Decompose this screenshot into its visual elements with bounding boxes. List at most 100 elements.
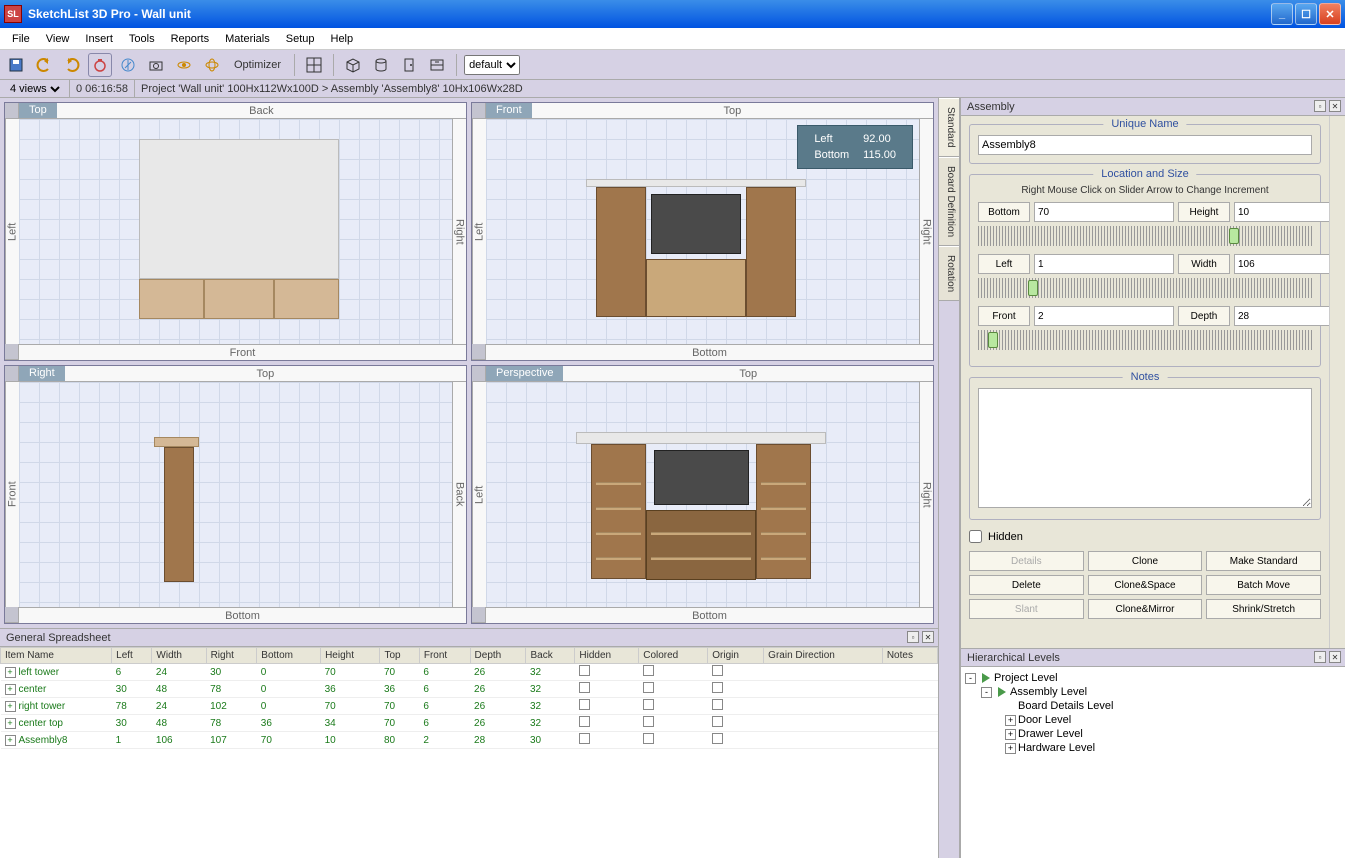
loc-input[interactable] [1234, 254, 1329, 274]
notes-textarea[interactable] [978, 388, 1312, 508]
action-button[interactable]: Slant [969, 599, 1084, 619]
redo-icon[interactable] [60, 53, 84, 77]
unique-name-input[interactable] [978, 135, 1312, 155]
expand-icon[interactable]: + [1005, 743, 1016, 754]
action-button[interactable]: Clone&Mirror [1088, 599, 1203, 619]
menu-insert[interactable]: Insert [77, 31, 121, 47]
cylinder-icon[interactable] [369, 53, 393, 77]
tree-node[interactable]: -Assembly Level [965, 685, 1341, 699]
compass-icon[interactable] [116, 53, 140, 77]
viewport-right[interactable]: RightTop Front Back Bottom [4, 365, 467, 624]
loc-button[interactable]: Front [978, 306, 1030, 326]
column-header[interactable]: Top [380, 648, 419, 664]
expand-icon[interactable]: + [5, 735, 16, 746]
expand-icon[interactable]: + [1005, 715, 1016, 726]
expand-icon[interactable]: + [5, 667, 16, 678]
checkbox[interactable] [643, 699, 654, 710]
action-button[interactable]: Make Standard [1206, 551, 1321, 571]
column-header[interactable]: Right [206, 648, 257, 664]
loc-button[interactable]: Depth [1178, 306, 1230, 326]
loc-button[interactable]: Width [1178, 254, 1230, 274]
column-header[interactable]: Grain Direction [764, 648, 883, 664]
close-button[interactable]: ✕ [1319, 3, 1341, 25]
menu-materials[interactable]: Materials [217, 31, 278, 47]
checkbox[interactable] [643, 665, 654, 676]
expand-icon[interactable]: - [965, 673, 976, 684]
expand-icon[interactable]: + [5, 684, 16, 695]
action-button[interactable]: Batch Move [1206, 575, 1321, 595]
table-row[interactable]: +center3048780363662632 [1, 681, 938, 698]
tab-standard[interactable]: Standard [939, 98, 959, 157]
column-header[interactable]: Width [152, 648, 206, 664]
expand-icon[interactable]: + [1005, 729, 1016, 740]
menu-view[interactable]: View [38, 31, 78, 47]
loc-input[interactable] [1234, 202, 1329, 222]
checkbox[interactable] [579, 665, 590, 676]
action-button[interactable]: Clone&Space [1088, 575, 1203, 595]
checkbox[interactable] [712, 682, 723, 693]
orbit-icon[interactable] [200, 53, 224, 77]
loc-input[interactable] [1234, 306, 1329, 326]
column-header[interactable]: Left [112, 648, 152, 664]
viewport-top[interactable]: TopBack Left Right Front [4, 102, 467, 361]
tab-rotation[interactable]: Rotation [939, 246, 959, 301]
expand-icon[interactable]: - [981, 687, 992, 698]
viewport-front[interactable]: FrontTop Left Left92.00 Bottom115.00 [471, 102, 934, 361]
loc-button[interactable]: Height [1178, 202, 1230, 222]
grid-icon[interactable] [302, 53, 326, 77]
checkbox[interactable] [712, 665, 723, 676]
loc-button[interactable]: Left [978, 254, 1030, 274]
table-row[interactable]: +right tower78241020707062632 [1, 698, 938, 715]
menu-setup[interactable]: Setup [278, 31, 323, 47]
maximize-button[interactable]: ☐ [1295, 3, 1317, 25]
loc-input[interactable] [1034, 306, 1174, 326]
column-header[interactable]: Colored [639, 648, 708, 664]
tree-node[interactable]: -Project Level [965, 671, 1341, 685]
preset-select[interactable]: default [464, 55, 520, 75]
timer-icon[interactable] [88, 53, 112, 77]
views-select[interactable]: 4 views [6, 82, 63, 96]
column-header[interactable]: Origin [708, 648, 764, 664]
table-row[interactable]: +Assembly8110610770108022830 [1, 732, 938, 749]
close-icon[interactable]: ✕ [922, 631, 934, 643]
loc-input[interactable] [1034, 202, 1174, 222]
slider[interactable] [978, 330, 1312, 350]
tree-node[interactable]: +Drawer Level [965, 727, 1341, 741]
pin-icon[interactable]: ▫ [1314, 100, 1326, 112]
menu-tools[interactable]: Tools [121, 31, 163, 47]
column-header[interactable]: Notes [882, 648, 937, 664]
checkbox[interactable] [712, 733, 723, 744]
column-header[interactable]: Bottom [257, 648, 321, 664]
checkbox[interactable] [579, 682, 590, 693]
table-row[interactable]: +center top30487836347062632 [1, 715, 938, 732]
loc-button[interactable]: Bottom [978, 202, 1030, 222]
checkbox[interactable] [712, 699, 723, 710]
action-button[interactable]: Shrink/Stretch [1206, 599, 1321, 619]
viewport-perspective[interactable]: PerspectiveTop Left [471, 365, 934, 624]
close-icon[interactable]: ✕ [1329, 100, 1341, 112]
box3d-icon[interactable] [341, 53, 365, 77]
menu-help[interactable]: Help [323, 31, 362, 47]
column-header[interactable]: Hidden [575, 648, 639, 664]
expand-icon[interactable]: + [5, 718, 16, 729]
spreadsheet-table[interactable]: Item NameLeftWidthRightBottomHeightTopFr… [0, 647, 938, 749]
close-icon[interactable]: ✕ [1329, 651, 1341, 663]
column-header[interactable]: Height [321, 648, 380, 664]
column-header[interactable]: Front [419, 648, 470, 664]
tree-node[interactable]: +Door Level [965, 713, 1341, 727]
drawer-icon[interactable] [425, 53, 449, 77]
action-button[interactable]: Details [969, 551, 1084, 571]
menu-file[interactable]: File [4, 31, 38, 47]
column-header[interactable]: Item Name [1, 648, 112, 664]
checkbox[interactable] [579, 733, 590, 744]
action-button[interactable]: Delete [969, 575, 1084, 595]
pin-icon[interactable]: ▫ [907, 631, 919, 643]
rotate-icon[interactable] [172, 53, 196, 77]
checkbox[interactable] [643, 716, 654, 727]
door-icon[interactable] [397, 53, 421, 77]
column-header[interactable]: Back [526, 648, 575, 664]
checkbox[interactable] [643, 733, 654, 744]
tab-board-definition[interactable]: Board Definition [939, 157, 959, 246]
expand-icon[interactable]: + [5, 701, 16, 712]
save-icon[interactable] [4, 53, 28, 77]
